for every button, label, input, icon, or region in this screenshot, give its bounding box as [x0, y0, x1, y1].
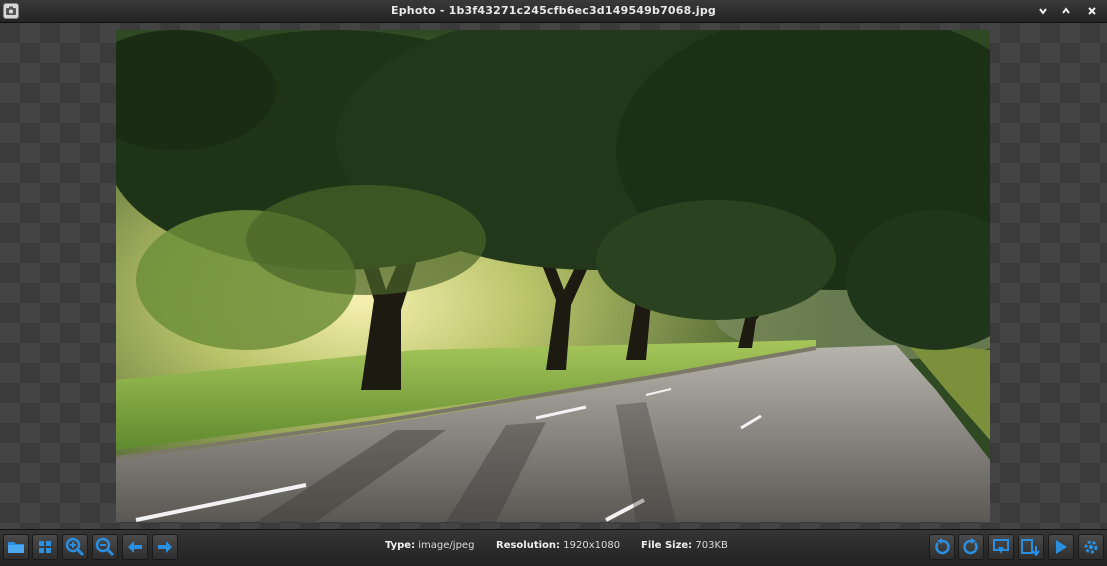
save-icon[interactable] [1018, 534, 1044, 560]
filesize-info: File Size: 703KB [641, 540, 728, 551]
rotate-left-icon[interactable] [929, 534, 955, 560]
photo-scene [116, 30, 990, 522]
title-bar: Ephoto - 1b3f43271c245cfb6ec3d149549b706… [0, 0, 1107, 23]
next-icon[interactable] [152, 534, 178, 560]
window-title: Ephoto - 1b3f43271c245cfb6ec3d149549b706… [391, 4, 716, 17]
type-label: Type: [385, 540, 416, 551]
rotate-right-icon[interactable] [958, 534, 984, 560]
image-viewer[interactable] [0, 23, 1107, 529]
previous-icon[interactable] [122, 534, 148, 560]
bottom-toolbar: Type: image/jpeg Resolution: 1920x1080 F… [0, 529, 1107, 566]
zoom-in-icon[interactable] [62, 534, 88, 560]
grid-icon[interactable] [32, 534, 58, 560]
type-info: Type: image/jpeg [385, 540, 474, 551]
slideshow-icon[interactable] [1048, 534, 1074, 560]
close-icon[interactable] [1083, 2, 1101, 20]
filesize-value: 703KB [695, 540, 728, 551]
resolution-info: Resolution: 1920x1080 [496, 540, 620, 551]
minimize-icon[interactable] [1034, 2, 1052, 20]
maximize-icon[interactable] [1057, 2, 1075, 20]
folder-icon[interactable] [3, 534, 29, 560]
settings-icon[interactable] [1078, 534, 1104, 560]
set-wallpaper-icon[interactable] [988, 534, 1014, 560]
resolution-value: 1920x1080 [563, 540, 621, 551]
filesize-label: File Size: [641, 540, 693, 551]
resolution-label: Resolution: [496, 540, 561, 551]
photo[interactable] [116, 30, 990, 522]
type-value: image/jpeg [418, 540, 475, 551]
zoom-out-icon[interactable] [92, 534, 118, 560]
